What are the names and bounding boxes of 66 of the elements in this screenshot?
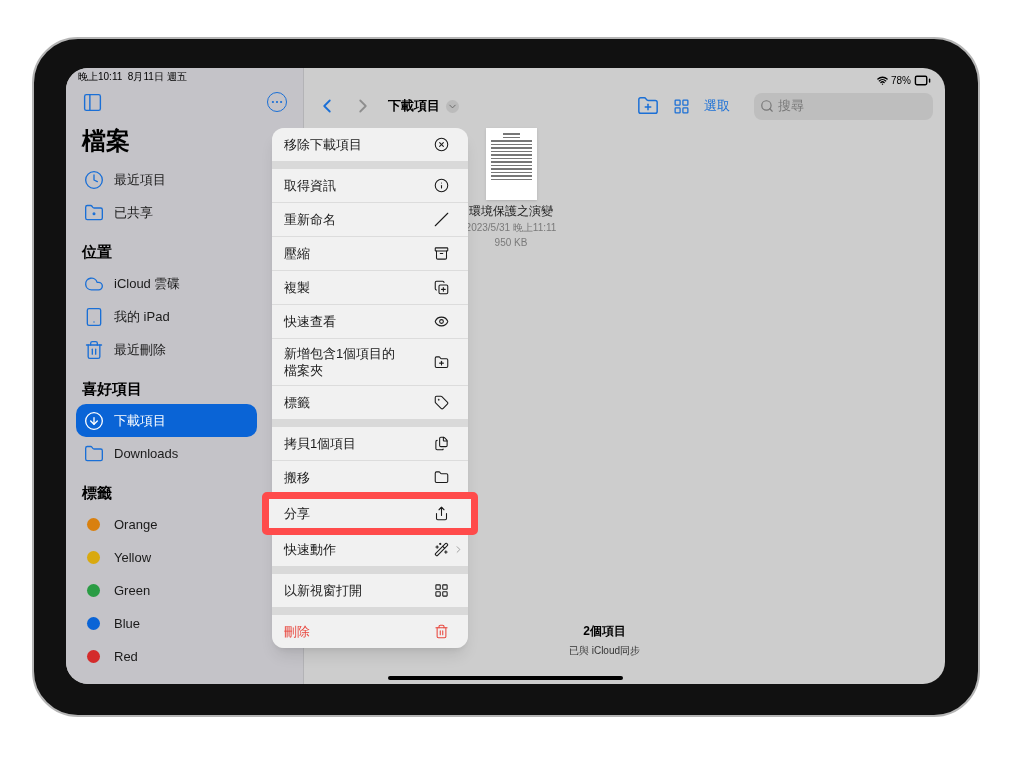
info-icon	[434, 178, 449, 193]
documents-icon	[434, 436, 449, 451]
sidebar-item[interactable]: Green	[76, 574, 257, 607]
sparkles-wand-icon	[434, 542, 449, 557]
menu-item[interactable]: 移除下載項目	[272, 128, 468, 161]
folder-icon	[84, 443, 104, 464]
tablet-icon	[84, 306, 104, 327]
sidebar-item[interactable]: 下載項目	[76, 404, 257, 437]
archive-icon	[434, 246, 449, 261]
search-icon	[760, 99, 774, 113]
trash-icon	[434, 624, 449, 639]
clock-icon	[84, 169, 104, 190]
item-count: 2個項目	[583, 623, 626, 640]
sidebar-item[interactable]: Blue	[76, 607, 257, 640]
share-icon	[434, 506, 449, 521]
battery-percent: 78%	[891, 73, 911, 88]
eye-icon	[434, 314, 449, 329]
menu-item[interactable]: 分享	[262, 492, 478, 535]
search-input[interactable]: 搜尋	[778, 96, 918, 116]
menu-item[interactable]: 搬移	[272, 461, 468, 494]
new-folder-icon[interactable]	[637, 95, 659, 117]
sidebar-item[interactable]: Orange	[76, 508, 257, 541]
sidebar-item[interactable]: 最近項目	[76, 163, 257, 196]
sidebar-item[interactable]: Red	[76, 640, 257, 673]
status-time: 晚上10:11 8月11日 週五	[78, 70, 187, 84]
menu-item[interactable]: 取得資訊	[272, 169, 468, 202]
sync-status: 已與 iCloud同步	[568, 644, 641, 658]
menu-item[interactable]: 壓縮	[272, 237, 468, 270]
section-heading: 喜好項目	[81, 378, 143, 399]
document-thumbnail[interactable]	[485, 128, 537, 200]
trash-icon	[84, 339, 104, 360]
menu-item[interactable]: 拷貝1個項目	[272, 427, 468, 460]
section-heading: 位置	[80, 241, 113, 262]
tag-icon	[434, 395, 449, 410]
sidebar-item[interactable]: Yellow	[76, 541, 257, 574]
pencil-line-icon	[434, 212, 449, 227]
folder-plus-icon	[434, 354, 449, 370]
sidebar-item[interactable]: iCloud 雲碟	[76, 267, 257, 300]
file-name: 環境保護之演變	[469, 203, 553, 220]
section-heading: 標籤	[81, 482, 113, 503]
menu-item[interactable]: 以新視窗打開	[272, 574, 468, 607]
grid-icon	[434, 583, 449, 598]
copy-plus-icon	[434, 280, 449, 295]
folder-title: 下載項目	[388, 97, 440, 116]
sidebar-item[interactable]: 已共享	[76, 196, 257, 229]
chevron-down-icon[interactable]	[446, 99, 459, 113]
menu-item[interactable]: 快速動作	[272, 533, 468, 566]
sidebar-toggle-icon[interactable]	[82, 92, 103, 113]
grid-icon[interactable]	[673, 97, 690, 115]
menu-item[interactable]: 標籤	[272, 386, 468, 419]
menu-item[interactable]: 複製	[272, 271, 468, 304]
folder-icon	[434, 470, 449, 485]
menu-item[interactable]: 快速查看	[272, 305, 468, 338]
menu-item[interactable]: 刪除	[272, 615, 468, 648]
wifi-icon	[877, 74, 888, 86]
search-field[interactable]: 搜尋	[754, 92, 933, 120]
sidebar-title: 檔案	[80, 126, 131, 156]
file-size: 950 KB	[494, 236, 528, 250]
download-icon	[84, 410, 104, 431]
shared-folder-icon	[84, 202, 104, 223]
menu-item[interactable]: 重新命名	[272, 203, 468, 236]
circle-x-icon	[434, 137, 449, 152]
menu-item[interactable]: 新增包含1個項目的檔案夾	[272, 339, 468, 385]
sidebar-item[interactable]: 最近刪除	[76, 333, 257, 366]
sidebar-item[interactable]: 我的 iPad	[76, 300, 257, 333]
sidebar-item[interactable]: Downloads	[76, 437, 257, 470]
